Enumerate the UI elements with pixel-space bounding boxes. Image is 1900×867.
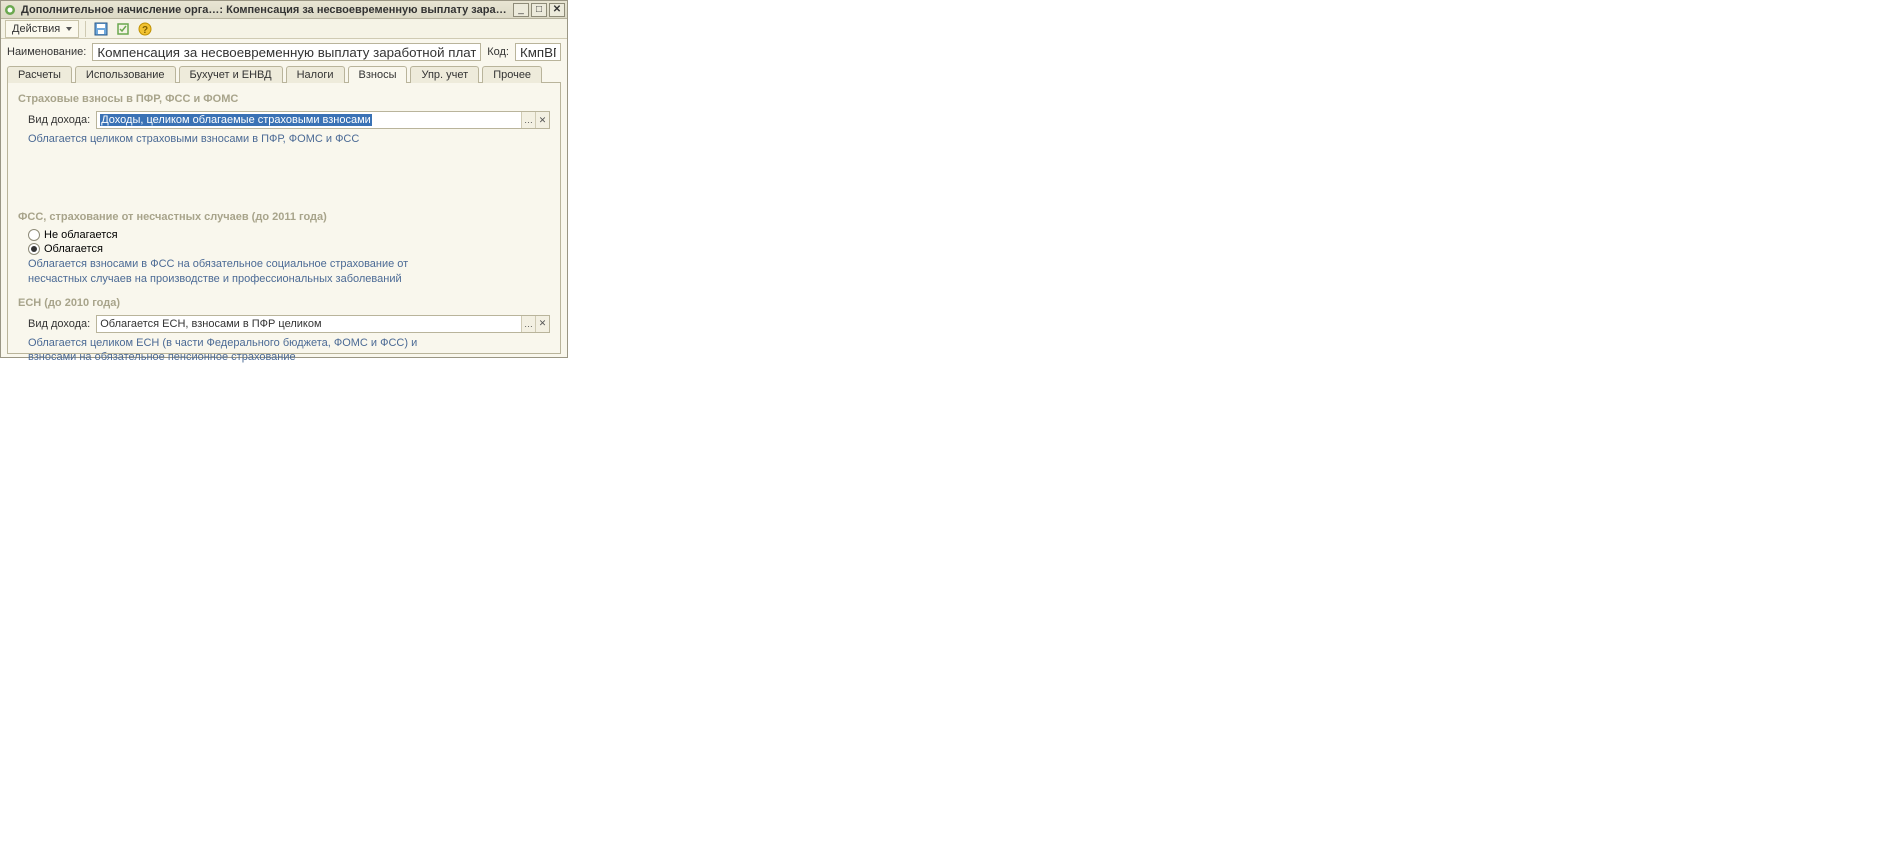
maximize-button[interactable]: □ [531, 3, 547, 17]
code-input[interactable] [515, 43, 561, 61]
tab-ispolzovanie[interactable]: Использование [75, 66, 176, 83]
close-button[interactable]: ✕ [549, 3, 565, 17]
vid-dohoda-value-2: Облагается ЕСН, взносами в ПФР целиком [97, 316, 521, 332]
section2-hint: Облагается взносами в ФСС на обязательно… [18, 257, 438, 287]
minimize-button[interactable]: _ [513, 3, 529, 17]
radio-not-taxed[interactable] [28, 229, 40, 241]
toolbar-separator [85, 21, 86, 37]
radio-taxed-label: Облагается [44, 243, 103, 255]
code-label: Код: [487, 46, 509, 58]
refresh-icon[interactable] [114, 20, 132, 38]
vid-dohoda-label-2: Вид дохода: [28, 318, 90, 330]
window-title: Дополнительное начисление орга…: Компенс… [21, 4, 511, 16]
radio-not-taxed-label: Не облагается [44, 229, 118, 241]
vid-dohoda-value-1: Доходы, целиком облагаемые страховыми вз… [97, 112, 521, 128]
actions-menu-button[interactable]: Действия [5, 20, 79, 38]
section-title-strahovye: Страховые взносы в ПФР, ФСС и ФОМС [18, 93, 550, 105]
name-label: Наименование: [7, 46, 86, 58]
vid-dohoda-select-1[interactable]: Доходы, целиком облагаемые страховыми вз… [96, 111, 550, 129]
tab-prochee[interactable]: Прочее [482, 66, 542, 83]
section1-hint: Облагается целиком страховыми взносами в… [18, 132, 438, 147]
section-title-esn: ЕСН (до 2010 года) [18, 297, 550, 309]
radio-row-not-taxed[interactable]: Не облагается [18, 229, 550, 241]
radio-taxed[interactable] [28, 243, 40, 255]
tab-nalogi[interactable]: Налоги [286, 66, 345, 83]
tab-raschety[interactable]: Расчеты [7, 66, 72, 83]
tab-upr[interactable]: Упр. учет [410, 66, 479, 83]
name-input[interactable] [92, 43, 481, 61]
save-icon[interactable] [92, 20, 110, 38]
help-icon[interactable]: ? [136, 20, 154, 38]
dialog-window: Дополнительное начисление орга…: Компенс… [0, 0, 568, 358]
titlebar[interactable]: Дополнительное начисление орга…: Компенс… [1, 1, 567, 19]
tab-content-vznosy: Страховые взносы в ПФР, ФСС и ФОМС Вид д… [7, 82, 561, 354]
header-form-row: Наименование: Код: [1, 39, 567, 65]
tab-vznosy[interactable]: Взносы [348, 66, 408, 83]
vid-dohoda-row-1: Вид дохода: Доходы, целиком облагаемые с… [18, 111, 550, 129]
section-title-fss: ФСС, страхование от несчастных случаев (… [18, 211, 550, 223]
actions-label: Действия [12, 23, 60, 35]
select-clear-icon-2[interactable]: ✕ [535, 316, 549, 332]
select-open-icon[interactable]: … [521, 112, 535, 128]
chevron-down-icon [66, 27, 72, 31]
spacer [18, 147, 550, 207]
svg-text:?: ? [142, 25, 148, 36]
select-open-icon-2[interactable]: … [521, 316, 535, 332]
toolbar: Действия ? [1, 19, 567, 39]
vid-dohoda-row-2: Вид дохода: Облагается ЕСН, взносами в П… [18, 315, 550, 333]
section3-hint: Облагается целиком ЕСН (в части Федераль… [18, 336, 438, 366]
tabbar: Расчеты Использование Бухучет и ЕНВД Нал… [1, 65, 567, 82]
vid-dohoda-label-1: Вид дохода: [28, 114, 90, 126]
app-icon [3, 3, 17, 17]
select-clear-icon[interactable]: ✕ [535, 112, 549, 128]
vid-dohoda-select-2[interactable]: Облагается ЕСН, взносами в ПФР целиком …… [96, 315, 550, 333]
radio-row-taxed[interactable]: Облагается [18, 243, 550, 255]
tab-buh[interactable]: Бухучет и ЕНВД [179, 66, 283, 83]
